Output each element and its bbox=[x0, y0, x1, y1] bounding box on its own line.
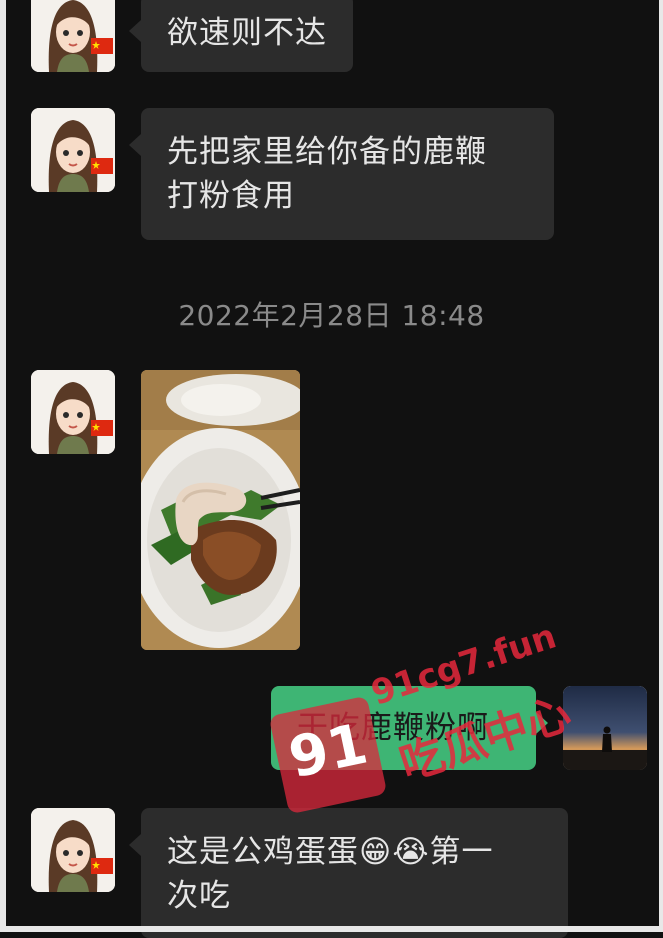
cartoon-girl-avatar-icon bbox=[31, 0, 115, 72]
cartoon-girl-avatar-icon bbox=[31, 108, 115, 192]
message-bubble-incoming[interactable]: 欲速则不达 bbox=[129, 0, 353, 72]
food-photo-icon bbox=[141, 370, 300, 650]
contact-avatar[interactable] bbox=[31, 0, 115, 72]
silhouette-sunset-avatar-icon bbox=[563, 686, 647, 770]
screenshot-border-bottom bbox=[0, 926, 663, 932]
message-text-line: 打粉食用 bbox=[167, 178, 295, 214]
image-message[interactable] bbox=[141, 370, 300, 650]
message-bubble-incoming[interactable]: 先把家里给你备的鹿鞭 打粉食用 bbox=[129, 108, 554, 240]
message-text-line: 先把家里给你备的鹿鞭 bbox=[167, 134, 487, 170]
message-timestamp: 2022年2月28日 18:48 bbox=[178, 299, 485, 332]
message-text: 欲速则不达 bbox=[167, 15, 327, 51]
message-bubble-outgoing[interactable]: 干吃鹿鞭粉啊 bbox=[271, 686, 548, 770]
contact-avatar[interactable] bbox=[31, 108, 115, 192]
message-bubble-incoming[interactable]: 这是公鸡蛋蛋😁😭第一 次吃 bbox=[129, 808, 568, 938]
message-text-line: 次吃 bbox=[167, 878, 231, 914]
screenshot-border-right bbox=[659, 0, 663, 932]
screenshot-border-left bbox=[0, 0, 6, 932]
contact-avatar[interactable] bbox=[31, 370, 115, 454]
contact-avatar[interactable] bbox=[31, 808, 115, 892]
message-text: 干吃鹿鞭粉啊 bbox=[297, 710, 489, 746]
my-avatar[interactable] bbox=[563, 686, 647, 770]
cartoon-girl-avatar-icon bbox=[31, 808, 115, 892]
cartoon-girl-avatar-icon bbox=[31, 370, 115, 454]
message-text-line: 这是公鸡蛋蛋😁😭第一 bbox=[167, 834, 494, 870]
